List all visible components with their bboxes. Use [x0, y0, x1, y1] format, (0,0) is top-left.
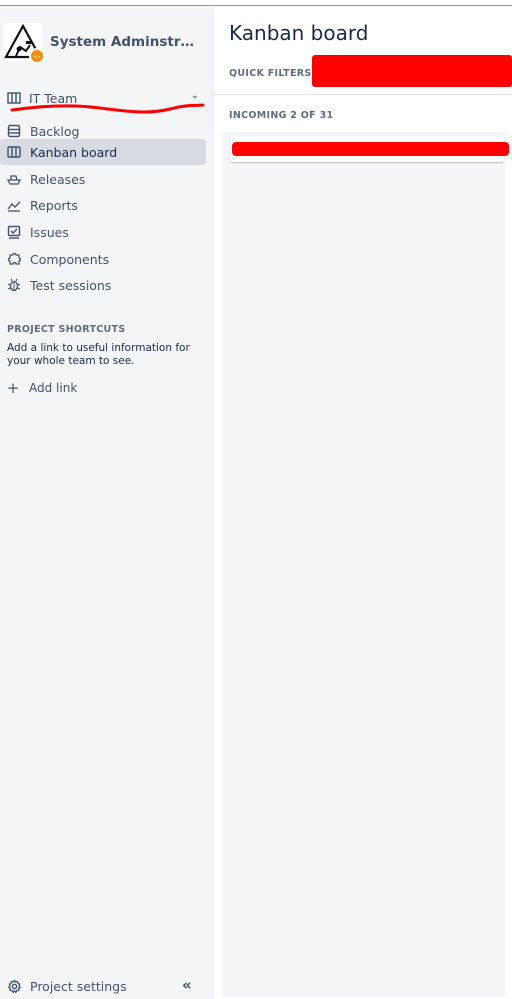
- gear-icon: [7, 978, 22, 994]
- kanban-column-incoming: [222, 168, 505, 997]
- bug-icon: [6, 277, 22, 293]
- project-header[interactable]: ‹› System Adminstrat…: [4, 18, 209, 66]
- project-name: System Adminstrat…: [50, 34, 202, 50]
- redacted-card-content: [232, 142, 509, 156]
- sidebar-item-test-sessions[interactable]: Test sessions: [0, 272, 206, 298]
- collapse-sidebar-icon[interactable]: «: [182, 976, 192, 994]
- add-link-label: Add link: [29, 381, 78, 395]
- board-switcher-label: IT Team: [29, 90, 78, 106]
- page-title: Kanban board: [229, 21, 369, 45]
- project-shortcuts-description: Add a link to useful information for you…: [7, 342, 190, 367]
- column-header-incoming: INCOMING 2 OF 31: [229, 110, 334, 121]
- chart-icon: [6, 197, 22, 213]
- sidebar: ‹› System Adminstrat… IT Team ⌄ Backlog …: [0, 6, 213, 999]
- ship-icon: [6, 171, 22, 187]
- backlog-icon: [6, 123, 22, 139]
- sidebar-item-label: Releases: [30, 171, 86, 187]
- quick-filters-label: QUICK FILTERS:: [229, 68, 316, 79]
- sidebar-item-label: Backlog: [30, 123, 80, 139]
- sidebar-item-components[interactable]: Components: [0, 246, 206, 272]
- project-settings-label: Project settings: [30, 978, 127, 994]
- sidebar-item-label: Test sessions: [30, 277, 112, 293]
- main-content: Kanban board QUICK FILTERS: INCOMING 2 O…: [214, 6, 512, 999]
- sidebar-item-label: Issues: [30, 224, 69, 240]
- sidebar-item-label: Kanban board: [30, 144, 118, 160]
- redacted-quick-filters: [312, 55, 512, 87]
- board-switcher[interactable]: IT Team ⌄: [0, 84, 213, 112]
- sidebar-item-reports[interactable]: Reports: [0, 192, 206, 218]
- sidebar-item-label: Reports: [30, 197, 78, 213]
- project-settings-button[interactable]: Project settings: [7, 976, 127, 996]
- sidebar-item-issues[interactable]: Issues: [0, 219, 206, 245]
- board-icon: [6, 144, 22, 160]
- chevron-down-icon: ⌄: [190, 90, 199, 101]
- issues-icon: [6, 224, 22, 240]
- divider: [214, 94, 512, 95]
- puzzle-icon: [6, 251, 22, 267]
- board-icon: [7, 91, 21, 105]
- code-badge-icon: ‹›: [29, 48, 45, 64]
- plus-icon: +: [6, 379, 20, 397]
- project-avatar: ‹›: [4, 23, 45, 64]
- sidebar-item-kanban-board[interactable]: Kanban board: [0, 139, 206, 165]
- add-link-button[interactable]: + Add link: [6, 378, 78, 398]
- sidebar-item-label: Components: [30, 251, 110, 267]
- sidebar-item-releases[interactable]: Releases: [0, 166, 206, 192]
- project-shortcuts-heading: PROJECT SHORTCUTS: [7, 324, 126, 335]
